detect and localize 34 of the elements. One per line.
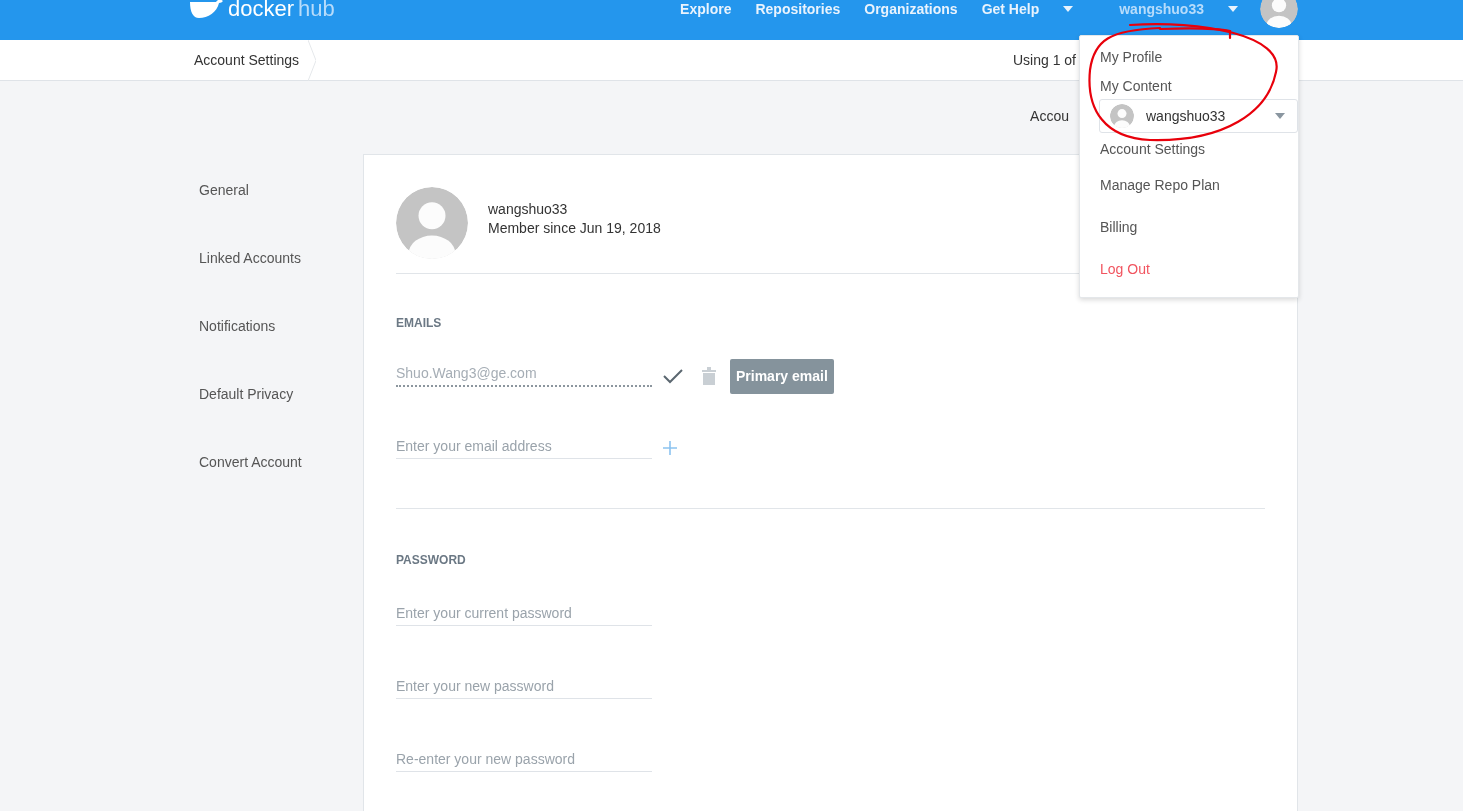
account-avatar-icon: [1110, 104, 1134, 128]
profile-username: wangshuo33: [488, 200, 569, 219]
member-since-text: Member since Jun 19, 2018: [488, 219, 661, 238]
usage-text: Using 1 of: [1012, 52, 1076, 68]
menu-item[interactable]: Billing: [1080, 206, 1298, 248]
profile-avatar-icon: [396, 187, 468, 259]
sidebar-item[interactable]: Default Privacy: [183, 384, 294, 404]
caret-icon: [1228, 6, 1238, 12]
account-selector[interactable]: wangshuo33: [1099, 99, 1298, 133]
password-field[interactable]: Re-enter your new password: [396, 751, 652, 772]
user-avatar-icon: [1260, 0, 1298, 28]
password-field[interactable]: Enter your new password: [396, 678, 652, 699]
add-icon[interactable]: [662, 440, 678, 456]
email-input[interactable]: Enter your email address: [396, 437, 652, 459]
delete-icon[interactable]: [702, 367, 716, 385]
sidebar-item[interactable]: Notifications: [183, 316, 276, 336]
logo-suffix: hub: [298, 0, 335, 18]
section-heading: EMAILS: [396, 316, 443, 330]
menu-item[interactable]: Account Settings: [1080, 134, 1298, 164]
menu-item[interactable]: Manage Repo Plan: [1080, 164, 1298, 206]
sidebar-item[interactable]: General: [183, 180, 249, 200]
section-heading: PASSWORD: [396, 553, 467, 567]
whale-logo-icon: [190, 0, 224, 18]
account-label: Accou: [1030, 108, 1069, 124]
menu-item[interactable]: My Profile: [1080, 40, 1298, 74]
menu-item[interactable]: Log Out: [1080, 248, 1298, 290]
sidebar-item[interactable]: Linked Accounts: [183, 248, 301, 268]
primary-email-badge: Primary email: [730, 358, 834, 394]
breadcrumb[interactable]: Account Settings: [183, 40, 317, 80]
caret-icon: [1275, 113, 1285, 119]
logo-text: docker: [228, 0, 295, 18]
menu-item[interactable]: My Content: [1080, 74, 1298, 98]
sidebar-item[interactable]: Convert Account: [183, 452, 302, 472]
password-field[interactable]: Enter your current password: [396, 605, 652, 626]
